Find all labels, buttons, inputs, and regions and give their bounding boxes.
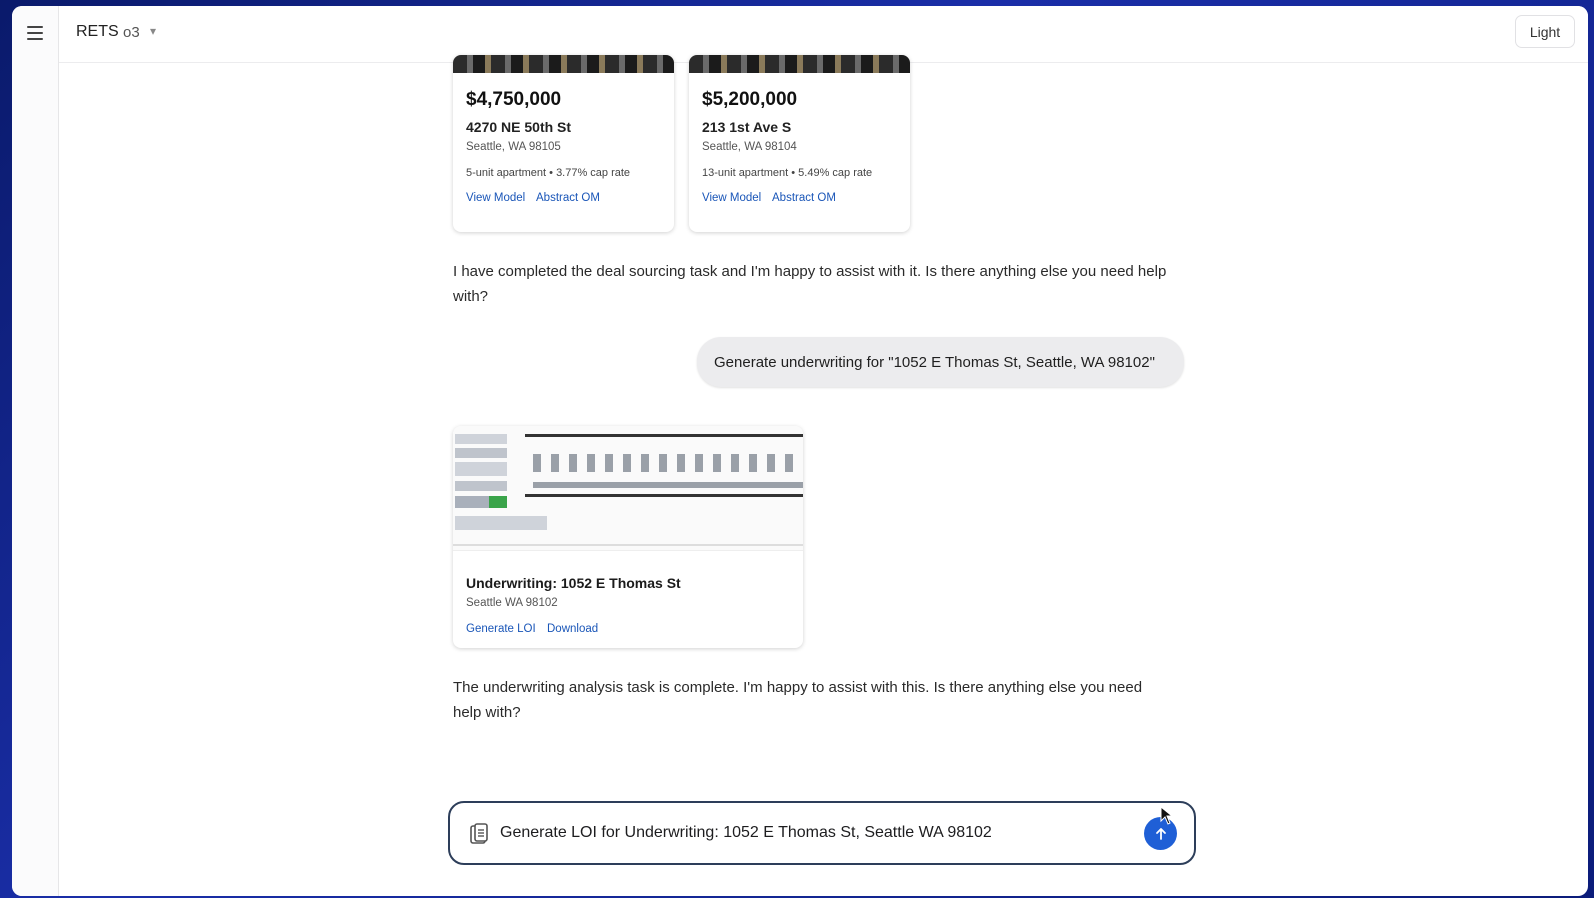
listing-city: Seattle, WA 98104 — [702, 141, 797, 153]
model-selector[interactable]: o3 — [123, 24, 140, 41]
theme-toggle-button[interactable]: Light — [1515, 15, 1575, 48]
message-input[interactable] — [500, 817, 1120, 849]
view-model-link[interactable]: View Model — [466, 192, 525, 204]
listing-address: 4270 NE 50th St — [466, 119, 572, 135]
listing-meta: 5-unit apartment • 3.77% cap rate — [466, 167, 631, 179]
assistant-message: I have completed the deal sourcing task … — [453, 263, 1167, 305]
listing-meta: 13-unit apartment • 5.49% cap rate — [702, 167, 873, 179]
sidebar — [12, 6, 59, 896]
listing-address: 213 1st Ave S — [702, 119, 792, 135]
underwriting-subtitle: Seattle WA 98102 — [466, 597, 558, 609]
generate-loi-link[interactable]: Generate LOI — [466, 623, 536, 635]
listing-photo — [689, 55, 910, 73]
assistant-message: The underwriting analysis task is comple… — [453, 679, 1143, 721]
abstract-om-link[interactable]: Abstract OM — [536, 192, 600, 204]
user-message-bubble: Generate underwriting for "1052 E Thomas… — [697, 337, 1184, 387]
document-icon — [470, 823, 488, 844]
listing-card[interactable]: $5,200,000 213 1st Ave S Seattle, WA 981… — [689, 55, 910, 232]
underwriting-card[interactable]: Underwriting: 1052 E Thomas St Seattle W… — [453, 426, 803, 648]
app-window: RETS o3 ▾ Light $4,750,000 4270 NE 50th … — [12, 6, 1588, 896]
listing-card[interactable]: $4,750,000 4270 NE 50th St Seattle, WA 9… — [453, 55, 674, 232]
abstract-om-link[interactable]: Abstract OM — [772, 192, 836, 204]
spreadsheet-thumbnail — [453, 426, 803, 551]
download-link[interactable]: Download — [547, 623, 598, 635]
view-model-link[interactable]: View Model — [702, 192, 761, 204]
listing-photo — [453, 55, 674, 73]
listing-price: $4,750,000 — [466, 89, 562, 110]
mouse-cursor-icon — [1160, 806, 1174, 825]
arrow-up-icon — [1155, 827, 1166, 840]
chat-area: $4,750,000 4270 NE 50th St Seattle, WA 9… — [59, 55, 1588, 896]
listing-city: Seattle, WA 98105 — [466, 141, 561, 153]
message-composer — [448, 801, 1196, 865]
listing-price: $5,200,000 — [702, 89, 798, 110]
hamburger-menu-icon[interactable] — [27, 26, 43, 40]
app-title: RETS — [76, 23, 119, 40]
chevron-down-icon[interactable]: ▾ — [150, 24, 156, 38]
underwriting-title: Underwriting: 1052 E Thomas St — [466, 575, 681, 591]
